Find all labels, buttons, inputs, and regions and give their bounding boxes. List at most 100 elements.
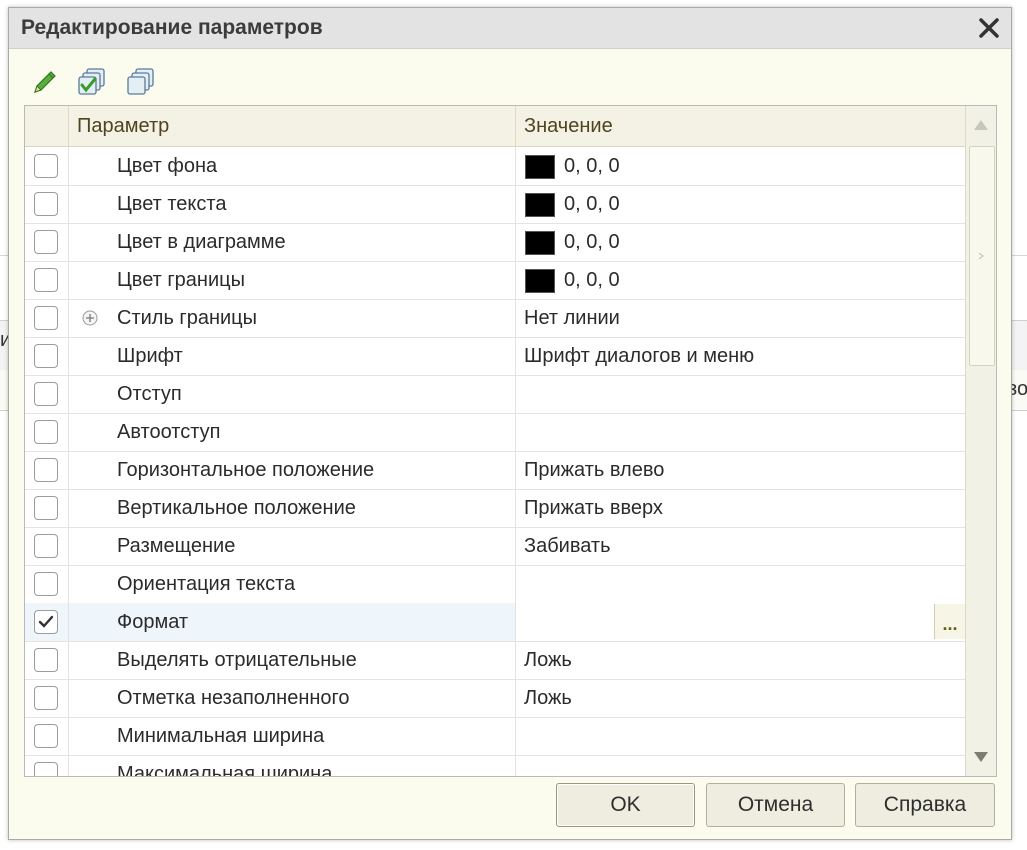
parameter-name: Цвет границы [117,269,245,291]
checkbox-cell [25,185,69,223]
parameter-name: Отметка незаполненного [117,687,350,709]
row-checkbox[interactable] [34,192,58,216]
table-row[interactable]: Автоотступ [25,413,965,452]
checkbox-cell [25,565,69,603]
row-checkbox[interactable] [34,382,58,406]
table-row[interactable]: Максимальная ширина [25,755,965,777]
header-divider [68,106,69,146]
table-row[interactable]: Стиль границы Нет линии [25,299,965,338]
table-row[interactable]: Размещение Забивать [25,527,965,566]
parameters-table: Параметр Значение Цвет фона 0, 0, 0 Цвет т… [24,105,997,777]
table-row[interactable]: Цвет в диаграмме 0, 0, 0 [25,223,965,262]
table-row[interactable]: Формат... [25,603,965,642]
parameter-name: Отступ [117,383,182,405]
row-checkbox[interactable] [34,154,58,178]
value-cell[interactable]: 0, 0, 0 [516,261,965,299]
row-checkbox[interactable] [34,686,58,710]
parameter-value: 0, 0, 0 [564,155,620,177]
value-cell[interactable]: 0, 0, 0 [516,185,965,223]
row-checkbox[interactable] [34,268,58,292]
color-swatch [525,231,555,255]
value-cell[interactable] [516,717,965,755]
ellipsis-button[interactable]: ... [934,604,965,639]
table-row[interactable]: Минимальная ширина [25,717,965,756]
table-row[interactable]: Шрифт Шрифт диалогов и меню [25,337,965,376]
table-row[interactable]: Горизонтальное положение Прижать влево [25,451,965,490]
parameter-value: Шрифт диалогов и меню [524,345,755,367]
row-checkbox[interactable] [34,344,58,368]
table-row[interactable]: Цвет фона 0, 0, 0 [25,147,965,186]
row-checkbox[interactable] [34,534,58,558]
value-cell[interactable]: 0, 0, 0 [516,223,965,261]
table-row[interactable]: Цвет границы 0, 0, 0 [25,261,965,300]
value-cell[interactable]: Прижать влево [516,451,965,489]
parameter-name: Горизонтальное положение [117,459,375,481]
help-button[interactable]: Справка [855,783,995,827]
row-checkbox[interactable] [34,420,58,444]
expand-plus-icon[interactable] [82,310,98,326]
vertical-scrollbar[interactable] [965,106,996,776]
checkbox-cell [25,299,69,337]
checkbox-cell [25,641,69,679]
checkbox-cell [25,337,69,375]
dialog-title: Редактирование параметров [21,16,323,39]
row-checkbox[interactable] [34,762,58,776]
checkbox-cell [25,717,69,755]
row-checkbox[interactable] [34,572,58,596]
checkbox-cell [25,527,69,565]
table-row[interactable]: Ориентация текста [25,565,965,604]
value-cell[interactable]: Прижать вверх [516,489,965,527]
check-all-icon[interactable] [76,66,108,98]
column-header-parameter[interactable]: Параметр [77,106,169,146]
value-cell[interactable] [516,565,965,603]
parameter-name: Размещение [117,535,236,557]
table-row[interactable]: Вертикальное положение Прижать вверх [25,489,965,528]
checkbox-cell [25,261,69,299]
column-header-value[interactable]: Значение [524,106,613,146]
scroll-up-arrow-icon[interactable] [970,110,992,140]
value-cell[interactable]: 0, 0, 0 [516,147,965,185]
table-row[interactable]: Выделять отрицательные Ложь [25,641,965,680]
value-cell[interactable] [516,755,965,776]
value-cell[interactable]: Ложь [516,679,965,717]
edit-parameters-dialog: Редактирование параметров Параметр Значе… [8,7,1012,840]
value-cell[interactable] [516,375,965,413]
value-cell[interactable]: Забивать [516,527,965,565]
row-checkbox[interactable] [34,610,58,634]
color-swatch [525,269,555,293]
cancel-button[interactable]: Отмена [706,783,845,827]
parameter-value: Прижать влево [524,459,665,481]
dialog-titlebar: Редактирование параметров [9,8,1011,49]
value-cell[interactable]: Ложь [516,641,965,679]
checkbox-cell [25,603,69,641]
value-cell[interactable]: Нет линии [516,299,965,337]
table-row[interactable]: Отметка незаполненного Ложь [25,679,965,718]
scrollbar-thumb[interactable] [969,146,995,366]
parameter-name: Стиль границы [117,307,258,329]
row-checkbox[interactable] [34,230,58,254]
row-checkbox[interactable] [34,496,58,520]
ok-button[interactable]: OK [556,783,695,827]
scroll-down-arrow-icon[interactable] [970,742,992,772]
parameter-name: Максимальная ширина [117,763,333,777]
row-checkbox[interactable] [34,458,58,482]
value-cell[interactable]: Шрифт диалогов и меню [516,337,965,375]
parameter-name: Ориентация текста [117,573,296,595]
checkbox-cell [25,489,69,527]
value-cell[interactable]: ... [516,603,965,641]
uncheck-all-icon[interactable] [125,66,157,98]
parameter-name: Цвет фона [117,155,218,177]
close-icon[interactable] [975,14,1003,42]
checkbox-cell [25,451,69,489]
table-row[interactable]: Отступ [25,375,965,414]
pencil-icon[interactable] [29,66,61,98]
row-checkbox[interactable] [34,306,58,330]
row-checkbox[interactable] [34,648,58,672]
color-swatch [525,193,555,217]
row-checkbox[interactable] [34,724,58,748]
parameter-value: Нет линии [524,307,620,329]
parameter-name: Формат [117,611,189,633]
value-cell[interactable] [516,413,965,451]
checkbox-cell [25,223,69,261]
table-row[interactable]: Цвет текста 0, 0, 0 [25,185,965,224]
